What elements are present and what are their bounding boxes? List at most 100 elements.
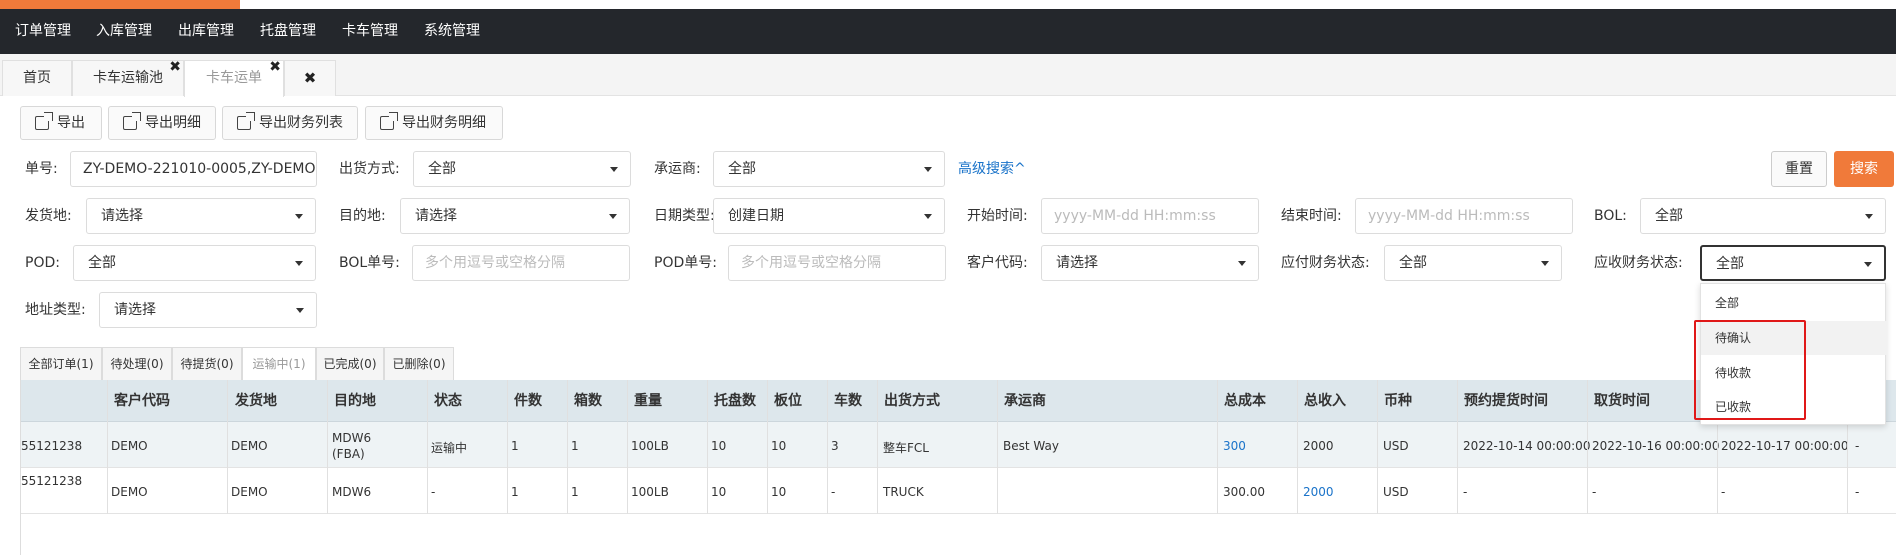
origin-select[interactable]: 请选择: [86, 198, 316, 234]
date-type-select[interactable]: 创建日期: [713, 198, 945, 234]
page-tabstrip: 首页 卡车运输池 ✖ 卡车运单 ✖ ✖: [0, 54, 1896, 97]
tab-truck-waybill[interactable]: 卡车运单 ✖: [184, 59, 284, 97]
export-button[interactable]: 导出: [20, 106, 102, 140]
end-time-input[interactable]: yyyy-MM-dd HH:mm:ss: [1355, 198, 1573, 234]
nav-item-outbound[interactable]: 出库管理: [178, 9, 234, 54]
pod-no-input[interactable]: 多个用逗号或空格分隔: [728, 245, 946, 281]
payable-status-select[interactable]: 全部: [1384, 245, 1562, 281]
pod-value: 全部: [88, 255, 116, 271]
export-detail-button[interactable]: 导出明细: [108, 106, 216, 140]
chevron-down-icon: [1238, 261, 1246, 266]
column-divider: [1587, 380, 1588, 514]
dropdown-option-all[interactable]: 全部: [1701, 286, 1887, 320]
col-currency[interactable]: 币种: [1384, 380, 1412, 422]
export-icon: [380, 112, 398, 130]
col-ship-method[interactable]: 出货方式: [884, 380, 940, 422]
col-trucks[interactable]: 车数: [834, 380, 862, 422]
bol-no-placeholder: 多个用逗号或空格分隔: [425, 255, 565, 271]
customer-code-select[interactable]: 请选择: [1041, 245, 1259, 281]
nav-item-trucks[interactable]: 卡车管理: [342, 9, 398, 54]
search-button[interactable]: 搜索: [1834, 151, 1894, 187]
carrier-select[interactable]: 全部: [713, 151, 945, 187]
col-status[interactable]: 状态: [434, 380, 462, 422]
table-row[interactable]: 55121238 DEMO DEMO MDW6 (FBA) 运输中 1 1 10…: [21, 422, 1896, 468]
top-navbar: 订单管理 入库管理 出库管理 托盘管理 卡车管理 系统管理: [0, 9, 1896, 54]
status-tab-all[interactable]: 全部订单(1): [20, 347, 102, 381]
status-tab-deleted[interactable]: 已删除(0): [384, 347, 454, 381]
ship-method-select[interactable]: 全部: [413, 151, 631, 187]
bol-no-input[interactable]: 多个用逗号或空格分隔: [412, 245, 630, 281]
receivable-status-value: 全部: [1716, 256, 1744, 272]
destination-select[interactable]: 请选择: [400, 198, 630, 234]
export-finance-list-button[interactable]: 导出财务列表: [222, 106, 358, 140]
cell-id: 55121238: [21, 439, 83, 453]
start-time-input[interactable]: yyyy-MM-dd HH:mm:ss: [1041, 198, 1259, 234]
bol-label: BOL:: [1594, 208, 1627, 224]
reset-button[interactable]: 重置: [1771, 151, 1827, 187]
highlight-box: [1694, 320, 1806, 420]
chevron-down-icon: [295, 214, 303, 219]
col-pieces[interactable]: 件数: [514, 380, 542, 422]
nav-item-pallets[interactable]: 托盘管理: [260, 9, 316, 54]
close-icon[interactable]: ✖: [169, 59, 181, 75]
receivable-status-label: 应收财务状态:: [1594, 255, 1683, 271]
col-appt-pickup[interactable]: 预约提货时间: [1464, 380, 1548, 422]
col-pickup-time[interactable]: 取货时间: [1594, 380, 1650, 422]
cell-destination: MDW6: [332, 485, 372, 499]
col-weight[interactable]: 重量: [634, 380, 662, 422]
tab-close-all[interactable]: ✖: [284, 60, 336, 96]
cell-trucks: -: [831, 485, 836, 499]
column-divider: [567, 380, 568, 514]
chevron-down-icon: [924, 167, 932, 172]
ship-method-value: 全部: [428, 161, 456, 177]
col-positions[interactable]: 板位: [774, 380, 802, 422]
cell-total-cost-link[interactable]: 300: [1223, 439, 1246, 453]
col-pallets[interactable]: 托盘数: [714, 380, 756, 422]
cell-destination: MDW6: [332, 431, 372, 445]
col-origin[interactable]: 发货地: [235, 380, 277, 422]
address-type-value: 请选择: [114, 302, 156, 318]
col-destination[interactable]: 目的地: [334, 380, 376, 422]
cell-id: 55121238: [21, 474, 83, 488]
col-carrier[interactable]: 承运商: [1004, 380, 1046, 422]
cell-currency: USD: [1383, 439, 1409, 453]
receivable-status-select[interactable]: 全部: [1700, 245, 1886, 281]
cell-trucks: 3: [831, 439, 839, 453]
chevron-down-icon: [1865, 214, 1873, 219]
status-tab-awaiting-pickup[interactable]: 待提货(0): [172, 347, 242, 381]
col-total-cost[interactable]: 总成本: [1224, 380, 1266, 422]
cell-weight: 100LB: [631, 439, 669, 453]
col-total-income[interactable]: 总收入: [1304, 380, 1346, 422]
advanced-search-link[interactable]: 高级搜索^: [958, 151, 1026, 187]
tab-label: 卡车运输池: [93, 70, 163, 86]
tab-home[interactable]: 首页: [2, 60, 72, 96]
cell-delivery-time: -: [1855, 439, 1860, 453]
col-boxes[interactable]: 箱数: [574, 380, 602, 422]
status-tab-in-transit[interactable]: 运输中(1): [242, 347, 316, 381]
accent-bar: [0, 0, 240, 9]
bol-select[interactable]: 全部: [1640, 198, 1886, 234]
table-row[interactable]: 55121238 DEMO DEMO MDW6 - 1 1 100LB 10 1…: [21, 468, 1896, 514]
cell-pickup-time: 2022-10-16 00:00:00: [1592, 439, 1720, 453]
tab-truck-pool[interactable]: 卡车运输池 ✖: [72, 59, 184, 96]
export-icon: [123, 112, 141, 130]
export-finance-detail-button[interactable]: 导出财务明细: [365, 106, 503, 140]
ship-method-label: 出货方式:: [339, 161, 400, 177]
col-customer-code[interactable]: 客户代码: [114, 380, 170, 422]
column-divider: [1297, 380, 1298, 514]
address-type-label: 地址类型:: [25, 302, 86, 318]
status-tab-completed[interactable]: 已完成(0): [316, 347, 384, 381]
cell-total-income-link[interactable]: 2000: [1303, 485, 1334, 499]
order-no-input[interactable]: ZY-DEMO-221010-0005,ZY-DEMO: [70, 151, 317, 187]
column-divider: [1217, 380, 1218, 514]
nav-item-orders[interactable]: 订单管理: [15, 9, 71, 54]
pod-select[interactable]: 全部: [73, 245, 316, 281]
chevron-down-icon: [609, 214, 617, 219]
close-icon[interactable]: ✖: [269, 59, 281, 75]
status-tab-pending[interactable]: 待处理(0): [102, 347, 172, 381]
address-type-select[interactable]: 请选择: [99, 292, 317, 328]
pod-label: POD:: [25, 255, 60, 271]
export-detail-label: 导出明细: [145, 115, 201, 131]
nav-item-system[interactable]: 系统管理: [424, 9, 480, 54]
nav-item-inbound[interactable]: 入库管理: [96, 9, 152, 54]
